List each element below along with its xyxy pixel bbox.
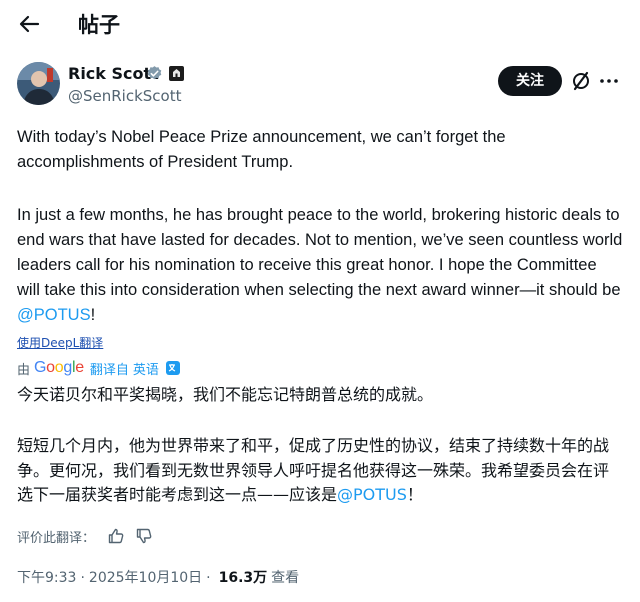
back-button[interactable] <box>14 10 44 38</box>
tweet-paragraph-1: With today’s Nobel Peace Prize announcem… <box>17 128 506 171</box>
mention-link[interactable]: @POTUS <box>17 306 91 324</box>
meta-separator: · <box>80 570 85 586</box>
follow-button[interactable]: 关注 <box>498 66 562 96</box>
thumbs-up-icon[interactable] <box>107 527 125 545</box>
google-letter: o <box>46 359 55 376</box>
meta-separator: · <box>206 570 211 586</box>
more-button[interactable] <box>598 70 620 92</box>
rate-translation-label: 评价此翻译： <box>17 530 96 546</box>
translated-paragraph-1: 今天诺贝尔和平奖揭晓，我们不能忘记特朗普总统的成就。 <box>17 385 434 404</box>
google-letter: g <box>63 359 72 376</box>
translated-from-label[interactable]: 翻译自 <box>90 359 129 378</box>
tweet-paragraph-2-text: In just a few months, he has brought pea… <box>17 206 623 299</box>
google-letter: G <box>34 359 47 376</box>
grok-icon <box>573 71 589 91</box>
author-row: Rick Scott @SenRickScott 关注 <box>0 56 640 112</box>
by-label: 由 <box>17 362 31 378</box>
translation-attribution: 由 Google 翻译自 英语 <box>17 358 181 378</box>
google-letter: e <box>75 359 84 376</box>
google-translate-icon[interactable] <box>165 360 181 376</box>
views-label: 查看 <box>271 570 300 586</box>
translated-paragraph-2: 短短几个月内，他为世界带来了和平，促成了历史性的协议，结束了持续数十年的战争。更… <box>17 434 623 508</box>
verified-icon <box>147 66 162 80</box>
affiliate-badge-icon[interactable] <box>169 66 184 81</box>
author-handle[interactable]: @SenRickScott <box>68 87 182 105</box>
post-date[interactable]: 2025年10月10日 <box>89 567 202 587</box>
post-time[interactable]: 下午9:33 <box>17 567 76 587</box>
tweet-paragraph-2: In just a few months, he has brought pea… <box>17 203 623 328</box>
more-icon <box>600 79 618 83</box>
source-language[interactable]: 英语 <box>133 359 159 378</box>
translated-paragraph-2-text: 短短几个月内，他为世界带来了和平，促成了历史性的协议，结束了持续数十年的战争。更… <box>17 436 610 504</box>
post-meta: 下午9:33 · 2025年10月10日 · 16.3万 查看 <box>17 567 299 587</box>
page-title: 帖子 <box>78 13 120 37</box>
tweet-paragraph-2-end: ! <box>90 306 96 324</box>
top-bar: 帖子 <box>0 0 640 48</box>
translated-mention-link[interactable]: @POTUS <box>337 485 407 504</box>
back-arrow-icon <box>19 15 40 33</box>
thumbs-down-icon[interactable] <box>135 527 153 545</box>
avatar[interactable] <box>17 62 60 105</box>
views-count[interactable]: 16.3万 <box>219 567 268 587</box>
rate-translation-row: 评价此翻译： <box>17 526 163 546</box>
deepl-translate-link[interactable]: 使用DeepL翻译 <box>17 334 103 351</box>
google-logo: Google <box>34 359 84 377</box>
grok-button[interactable] <box>568 68 594 94</box>
translated-paragraph-2-end: ！ <box>406 485 423 504</box>
